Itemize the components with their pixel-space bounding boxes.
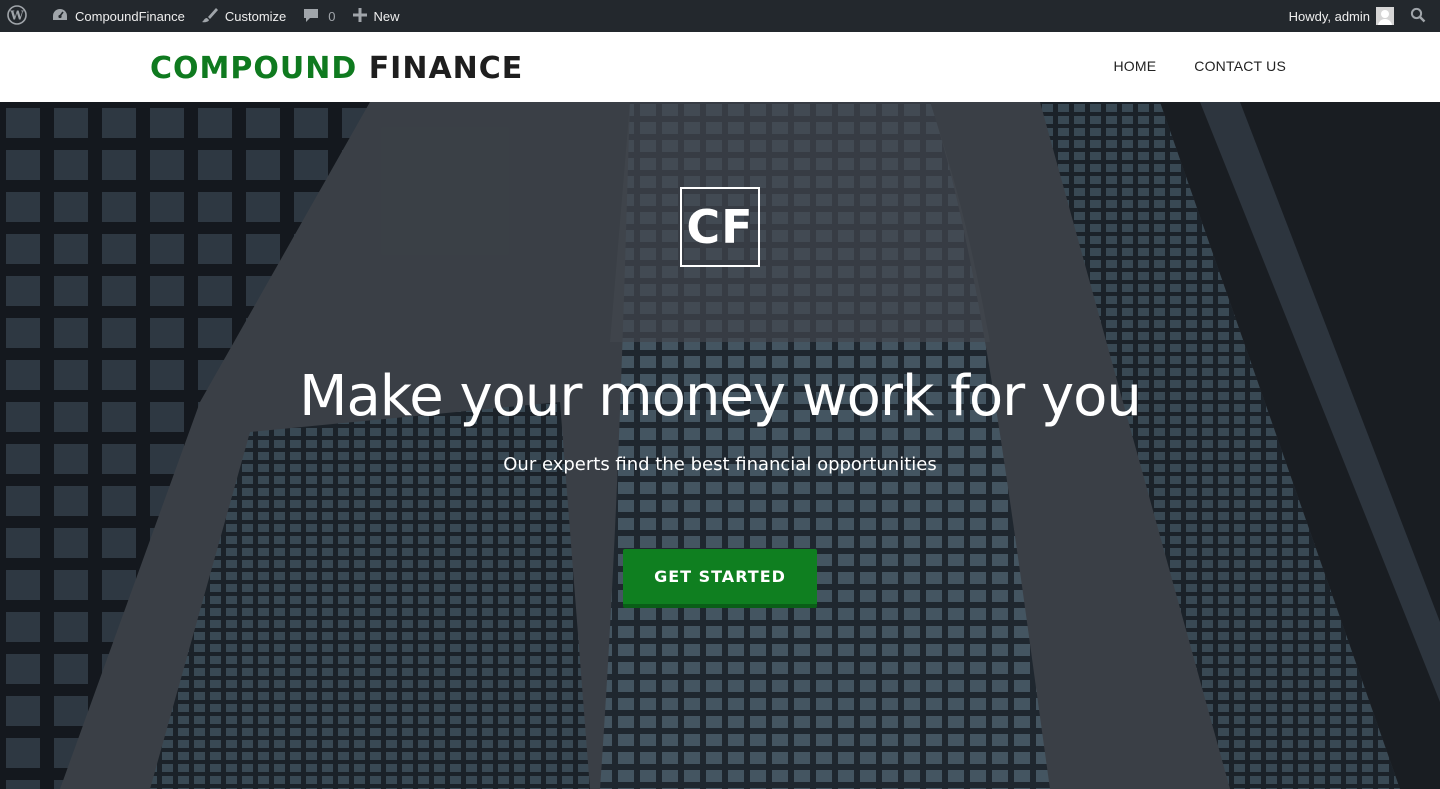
avatar bbox=[1376, 7, 1394, 25]
get-started-button[interactable]: GET STARTED bbox=[623, 549, 817, 608]
greeting-label: Howdy, admin bbox=[1288, 8, 1370, 24]
hero-section: CF Make your money work for you Our expe… bbox=[0, 102, 1440, 789]
admin-bar-right: Howdy, admin bbox=[1281, 0, 1440, 32]
primary-nav: HOME CONTACT US bbox=[1113, 58, 1286, 74]
hero-headline: Make your money work for you bbox=[299, 364, 1142, 429]
brand-compound: COMPOUND bbox=[150, 51, 358, 86]
nav-item-contact-us[interactable]: CONTACT US bbox=[1194, 58, 1286, 74]
hero-subheadline: Our experts find the best financial oppo… bbox=[503, 454, 937, 475]
dashboard-icon bbox=[51, 7, 75, 26]
comments-count: 0 bbox=[328, 8, 336, 24]
my-account-link[interactable]: Howdy, admin bbox=[1281, 0, 1402, 32]
new-content-link[interactable]: New bbox=[344, 0, 408, 32]
wordpress-icon: W bbox=[7, 4, 33, 28]
site-logo-link[interactable]: COMPOUND FINANCE bbox=[150, 51, 523, 86]
new-label: New bbox=[373, 8, 400, 24]
comments-link[interactable]: 0 bbox=[294, 0, 343, 32]
customize-label: Customize bbox=[224, 8, 287, 24]
svg-text:W: W bbox=[9, 8, 24, 22]
comment-icon bbox=[302, 7, 326, 26]
site-name-label: CompoundFinance bbox=[75, 8, 185, 24]
nav-item-home[interactable]: HOME bbox=[1113, 58, 1156, 74]
admin-search-button[interactable] bbox=[1402, 0, 1440, 32]
site-name-link[interactable]: CompoundFinance bbox=[43, 0, 193, 32]
hero-logo: CF bbox=[680, 187, 760, 267]
site-header: COMPOUND FINANCE HOME CONTACT US bbox=[0, 32, 1440, 102]
admin-bar: W CompoundFinance Customize 0 New Howdy,… bbox=[0, 0, 1440, 32]
wordpress-logo-button[interactable]: W bbox=[0, 0, 43, 32]
brush-icon bbox=[201, 7, 225, 26]
admin-bar-left: W CompoundFinance Customize 0 New bbox=[0, 0, 408, 32]
brand-finance: FINANCE bbox=[368, 51, 524, 86]
customize-link[interactable]: Customize bbox=[193, 0, 294, 32]
search-icon bbox=[1410, 7, 1432, 26]
plus-icon bbox=[352, 7, 374, 26]
